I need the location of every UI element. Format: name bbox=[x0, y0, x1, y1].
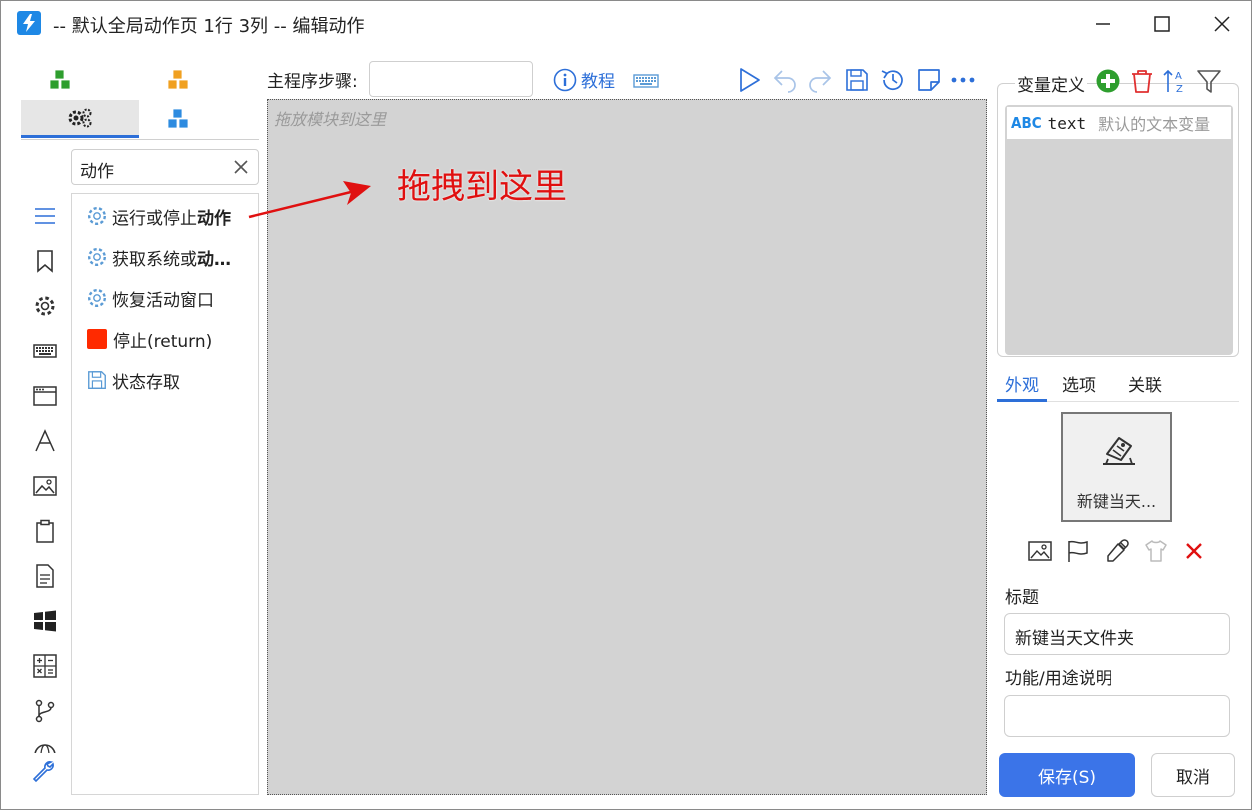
title-input[interactable]: 新键当天文件夹 bbox=[1004, 613, 1230, 655]
keyboard-shortcut-icon[interactable] bbox=[633, 68, 659, 94]
sort-az-icon[interactable]: AZ bbox=[1162, 68, 1188, 95]
tag-hand-icon bbox=[1103, 437, 1135, 465]
tutorial-link[interactable]: 教程 bbox=[553, 67, 615, 92]
stop-square-icon bbox=[87, 329, 107, 349]
redo-icon[interactable] bbox=[807, 67, 833, 93]
keyboard-icon[interactable] bbox=[33, 339, 57, 363]
variable-description: 默认的文本变量 bbox=[1098, 115, 1211, 134]
minimize-button[interactable] bbox=[1073, 1, 1133, 47]
button-preview[interactable]: 新键当天... bbox=[1061, 412, 1172, 522]
tab-options[interactable]: 选项 bbox=[1062, 371, 1096, 396]
note-icon[interactable] bbox=[916, 67, 942, 93]
canvas-hint: 拖放模块到这里 bbox=[274, 110, 387, 129]
eyedropper-icon[interactable] bbox=[1105, 539, 1129, 563]
gears-icon bbox=[68, 108, 92, 127]
active-tab-indicator bbox=[997, 399, 1047, 402]
wrench-icon[interactable] bbox=[31, 759, 55, 783]
gear-icon bbox=[86, 205, 108, 227]
undo-icon[interactable] bbox=[772, 67, 798, 93]
close-button[interactable] bbox=[1192, 1, 1252, 47]
filter-icon[interactable] bbox=[1196, 68, 1222, 94]
gear-icon bbox=[86, 246, 108, 268]
action-label: 恢复活动窗口 bbox=[112, 290, 214, 311]
window-title: -- 默认全局动作页 1行 3列 -- 编辑动作 bbox=[53, 16, 365, 37]
list-icon[interactable] bbox=[33, 204, 57, 228]
shirt-icon[interactable] bbox=[1144, 539, 1168, 563]
save-icon bbox=[86, 369, 108, 391]
green-cubes-icon bbox=[49, 69, 71, 90]
remove-icon[interactable] bbox=[1182, 539, 1206, 563]
clipboard-icon[interactable] bbox=[33, 519, 57, 543]
action-label: 获取系统或动… bbox=[112, 249, 231, 270]
window-icon[interactable] bbox=[33, 384, 57, 408]
action-search-input[interactable]: 动作 bbox=[71, 149, 259, 185]
gear-icon[interactable] bbox=[33, 294, 57, 318]
orange-cubes-icon bbox=[167, 69, 189, 90]
description-input[interactable] bbox=[1004, 695, 1230, 737]
tutorial-label: 教程 bbox=[581, 72, 615, 92]
cancel-button[interactable]: 取消 bbox=[1151, 753, 1235, 797]
editor-window: -- 默认全局动作页 1行 3列 -- 编辑动作 动作 运行或停止动作 获取系统… bbox=[0, 0, 1252, 810]
maximize-icon bbox=[1154, 16, 1170, 32]
delete-icon[interactable] bbox=[1129, 68, 1155, 94]
title-value: 新键当天文件夹 bbox=[1015, 629, 1134, 649]
action-list: 运行或停止动作 获取系统或动… 恢复活动窗口 停止(return) 状态存取 bbox=[71, 193, 259, 795]
list-item-get-system[interactable]: 获取系统或动… bbox=[72, 237, 258, 277]
action-label: 运行或停止动作 bbox=[112, 208, 231, 229]
font-icon[interactable] bbox=[33, 429, 57, 453]
save-icon[interactable] bbox=[844, 67, 870, 93]
document-icon[interactable] bbox=[33, 564, 57, 588]
action-label: 状态存取 bbox=[112, 372, 180, 393]
calculator-icon[interactable] bbox=[33, 654, 57, 678]
text-type-badge: ABC bbox=[1011, 114, 1042, 132]
globe-icon[interactable] bbox=[33, 743, 57, 753]
svg-text:Z: Z bbox=[1176, 84, 1183, 94]
category-divider bbox=[21, 139, 259, 140]
title-label: 标题 bbox=[1005, 588, 1039, 608]
step-input[interactable] bbox=[369, 61, 533, 97]
more-icon[interactable] bbox=[950, 67, 976, 93]
blue-cubes-icon bbox=[167, 108, 189, 129]
close-icon bbox=[1214, 16, 1230, 32]
variable-list bbox=[1005, 105, 1233, 355]
variable-row[interactable]: ABC text 默认的文本变量 bbox=[1007, 107, 1231, 139]
branch-icon[interactable] bbox=[33, 699, 57, 723]
save-button[interactable]: 保存(S) bbox=[999, 753, 1135, 797]
description-label: 功能/用途说明 bbox=[1005, 669, 1111, 689]
category-tab-blue[interactable] bbox=[119, 100, 237, 138]
play-icon[interactable] bbox=[736, 67, 762, 93]
preview-caption: 新键当天... bbox=[1076, 492, 1157, 511]
variable-header: 变量定义 bbox=[1015, 71, 1087, 96]
title-bar: -- 默认全局动作页 1行 3列 -- 编辑动作 bbox=[1, 1, 1251, 47]
variable-name: text bbox=[1047, 113, 1087, 133]
clear-search-icon[interactable] bbox=[232, 158, 250, 176]
maximize-button[interactable] bbox=[1132, 1, 1192, 47]
category-tab-orange[interactable] bbox=[119, 61, 237, 99]
list-item-restore-window[interactable]: 恢复活动窗口 bbox=[72, 278, 258, 318]
image-icon[interactable] bbox=[1028, 539, 1052, 563]
add-icon[interactable] bbox=[1095, 68, 1121, 94]
search-value: 动作 bbox=[80, 162, 114, 182]
tab-appearance[interactable]: 外观 bbox=[1005, 371, 1039, 396]
step-label: 主程序步骤: bbox=[267, 72, 358, 92]
list-item-run-or-stop[interactable]: 运行或停止动作 bbox=[72, 196, 258, 236]
app-logo-icon bbox=[17, 11, 41, 35]
annotation-arrow bbox=[248, 181, 371, 219]
tab-relations[interactable]: 关联 bbox=[1128, 371, 1162, 396]
category-tab-green[interactable] bbox=[1, 61, 119, 99]
info-icon bbox=[553, 68, 577, 91]
history-icon[interactable] bbox=[880, 67, 906, 93]
svg-text:A: A bbox=[1175, 71, 1182, 82]
action-label: 停止(return) bbox=[113, 331, 213, 352]
windows-icon[interactable] bbox=[33, 609, 57, 633]
list-item-state-save[interactable]: 状态存取 bbox=[72, 360, 258, 400]
list-item-stop-return[interactable]: 停止(return) bbox=[72, 319, 258, 359]
flag-icon[interactable] bbox=[1066, 539, 1090, 563]
gear-icon bbox=[86, 287, 108, 309]
bookmark-icon[interactable] bbox=[33, 249, 57, 273]
image-icon[interactable] bbox=[33, 474, 57, 498]
drag-annotation-text: 拖拽到这里 bbox=[397, 167, 567, 207]
minimize-icon bbox=[1096, 23, 1110, 25]
